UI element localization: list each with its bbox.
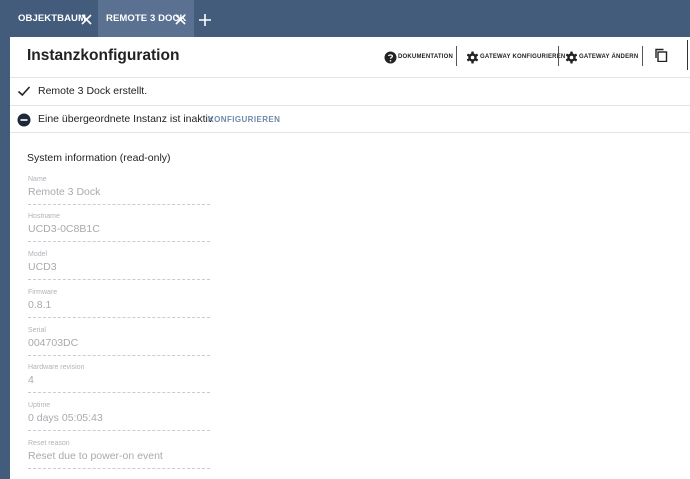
field-value: 0.8.1	[28, 299, 52, 311]
documentation-label: DOKUMENTATION	[398, 54, 454, 60]
field-label: Firmware	[28, 289, 58, 296]
divider	[642, 46, 643, 66]
warning-message-text: Eine übergeordnete Instanz ist inaktiv	[38, 113, 214, 125]
field-value: UCD3	[28, 261, 57, 273]
main-panel: Instanzkonfiguration DOKUMENTATION GATEW	[10, 37, 690, 479]
page-header: Instanzkonfiguration DOKUMENTATION GATEW	[10, 37, 690, 77]
tab-label: OBJEKTBAUM	[18, 13, 87, 24]
field-value: UCD3-0C8B1C	[28, 223, 100, 235]
help-icon	[384, 51, 397, 63]
field-value: Remote 3 Dock	[28, 186, 101, 198]
sidebar-strip	[0, 37, 10, 479]
model-field: Model UCD3	[28, 251, 210, 280]
field-value: Reset due to power-on event	[28, 450, 163, 462]
tab-remote-3-dock[interactable]: REMOTE 3 DOCK	[98, 0, 194, 37]
field-label: Name	[28, 176, 47, 183]
field-label: Uptime	[28, 402, 51, 409]
uptime-field: Uptime 0 days 05:05:43	[28, 402, 210, 431]
configure-link[interactable]: KONFIGURIEREN	[208, 115, 280, 124]
gateway-change-label: GATEWAY ÄNDERN	[579, 54, 639, 60]
hostname-field: Hostname UCD3-0C8B1C	[28, 213, 210, 242]
divider	[456, 46, 457, 66]
section-title: System information (read-only)	[27, 152, 171, 164]
success-message: Remote 3 Dock erstellt.	[10, 77, 690, 103]
page-title: Instanzkonfiguration	[27, 47, 180, 64]
field-value: 0 days 05:05:43	[28, 412, 103, 424]
divider	[558, 46, 559, 66]
field-value: 4	[28, 374, 34, 386]
check-icon	[17, 86, 31, 97]
gear-icon	[466, 51, 479, 63]
gateway-change-button[interactable]: GATEWAY ÄNDERN	[565, 48, 638, 66]
warning-message: Eine übergeordnete Instanz ist inaktiv K…	[10, 105, 690, 133]
tab-objektbaum[interactable]: OBJEKTBAUM	[0, 0, 98, 37]
copy-icon[interactable]	[654, 48, 668, 62]
field-label: Model	[28, 251, 48, 258]
documentation-button[interactable]: DOKUMENTATION	[384, 48, 453, 66]
firmware-field: Firmware 0.8.1	[28, 289, 210, 318]
divider	[687, 40, 688, 70]
gear-icon	[565, 51, 578, 63]
close-icon[interactable]	[175, 14, 186, 25]
success-message-text: Remote 3 Dock erstellt.	[38, 84, 148, 97]
gateway-configure-button[interactable]: GATEWAY KONFIGURIEREN	[466, 48, 565, 66]
close-icon[interactable]	[81, 14, 92, 25]
name-field: Name Remote 3 Dock	[28, 176, 210, 205]
reset-reason-field: Reset reason Reset due to power-on event	[28, 440, 210, 469]
field-label: Reset reason	[28, 440, 70, 447]
field-label: Hardware revision	[28, 364, 85, 371]
field-label: Hostname	[28, 213, 60, 220]
field-label: Serial	[28, 327, 46, 334]
field-value: 004703DC	[28, 337, 79, 349]
hardware-revision-field: Hardware revision 4	[28, 364, 210, 393]
serial-field: Serial 004703DC	[28, 327, 210, 356]
tab-bar: OBJEKTBAUM REMOTE 3 DOCK	[0, 0, 690, 37]
gateway-configure-label: GATEWAY KONFIGURIEREN	[480, 54, 566, 60]
add-tab-icon[interactable]	[199, 14, 211, 26]
minus-circle-icon	[17, 113, 31, 127]
